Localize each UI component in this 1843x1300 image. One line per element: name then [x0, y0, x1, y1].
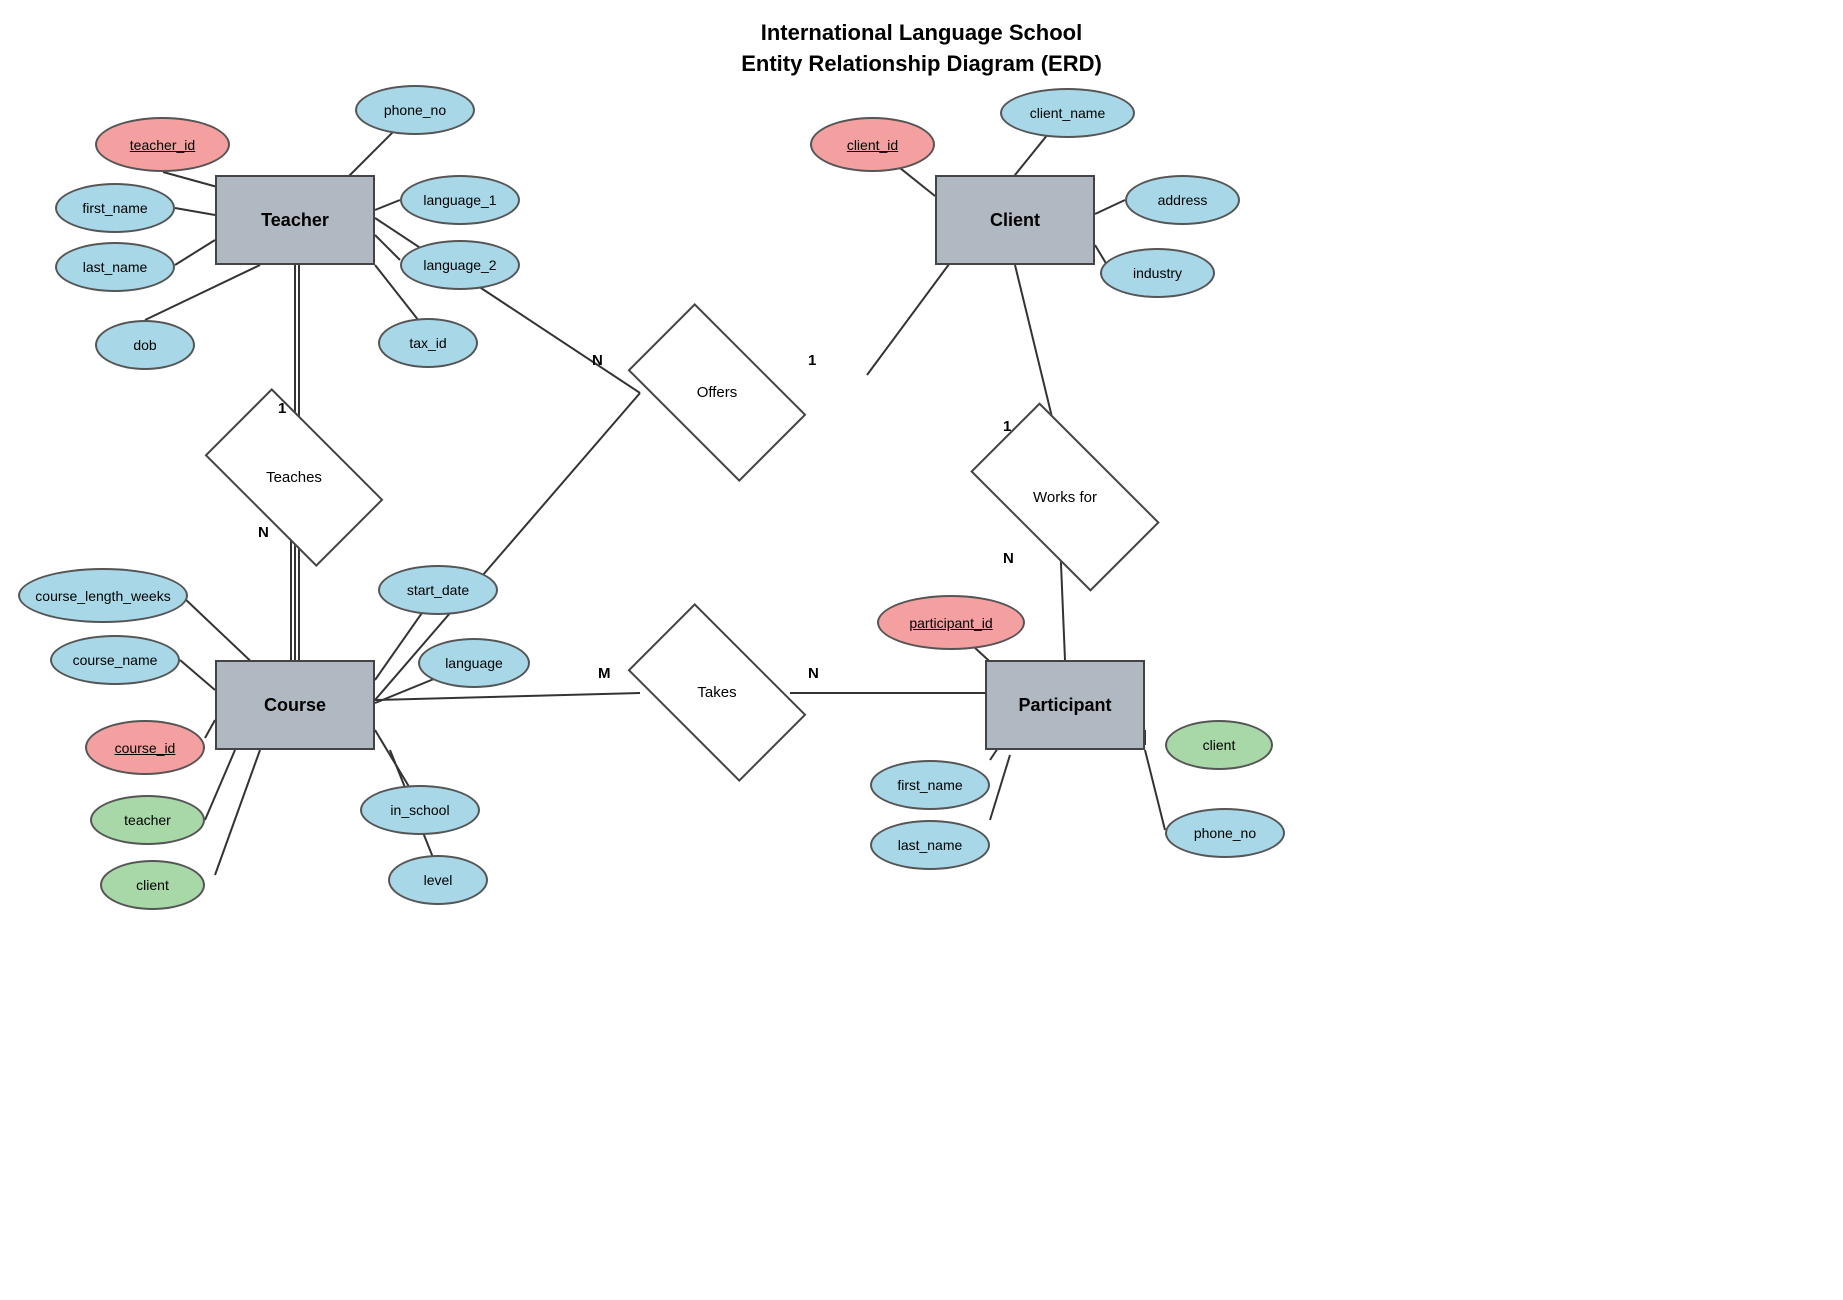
level-attr: level — [388, 855, 488, 905]
teacher-entity: Teacher — [215, 175, 375, 265]
client-name-attr: client_name — [1000, 88, 1135, 138]
dob-attr: dob — [95, 320, 195, 370]
last-name-participant-attr: last_name — [870, 820, 990, 870]
language-course-attr: language — [418, 638, 530, 688]
offers-relationship: Offers — [638, 345, 796, 440]
diagram-container: International Language School Entity Rel… — [0, 0, 1843, 1300]
teaches-n-cardinality: N — [258, 524, 269, 541]
course-entity: Course — [215, 660, 375, 750]
offers-1-cardinality: 1 — [808, 352, 816, 369]
start-date-attr: start_date — [378, 565, 498, 615]
course-name-attr: course_name — [50, 635, 180, 685]
tax-id-attr: tax_id — [378, 318, 478, 368]
industry-attr: industry — [1100, 248, 1215, 298]
takes-n-cardinality: N — [808, 665, 819, 682]
takes-relationship: Takes — [638, 645, 796, 740]
last-name-teacher-attr: last_name — [55, 242, 175, 292]
client-id-attr: client_id — [810, 117, 935, 172]
teaches-1-cardinality: 1 — [278, 400, 286, 417]
address-attr: address — [1125, 175, 1240, 225]
teacher-id-attr: teacher_id — [95, 117, 230, 172]
teaches-relationship: Teaches — [215, 430, 373, 525]
participant-id-attr: participant_id — [877, 595, 1025, 650]
client-participant-attr: client — [1165, 720, 1273, 770]
phone-no-participant-attr: phone_no — [1165, 808, 1285, 858]
teacher-course-attr: teacher — [90, 795, 205, 845]
course-id-attr: course_id — [85, 720, 205, 775]
offers-n-cardinality: N — [592, 352, 603, 369]
first-name-participant-attr: first_name — [870, 760, 990, 810]
works-1-cardinality: 1 — [1003, 418, 1011, 435]
language-1-attr: language_1 — [400, 175, 520, 225]
first-name-teacher-attr: first_name — [55, 183, 175, 233]
works-n-cardinality: N — [1003, 550, 1014, 567]
phone-no-teacher-attr: phone_no — [355, 85, 475, 135]
language-2-attr: language_2 — [400, 240, 520, 290]
in-school-attr: in_school — [360, 785, 480, 835]
diagram-title: International Language School Entity Rel… — [0, 0, 1843, 80]
client-entity: Client — [935, 175, 1095, 265]
client-course-attr: client — [100, 860, 205, 910]
participant-entity: Participant — [985, 660, 1145, 750]
course-length-attr: course_length_weeks — [18, 568, 188, 623]
works-for-relationship: Works for — [980, 448, 1150, 546]
takes-m-cardinality: M — [598, 665, 611, 682]
